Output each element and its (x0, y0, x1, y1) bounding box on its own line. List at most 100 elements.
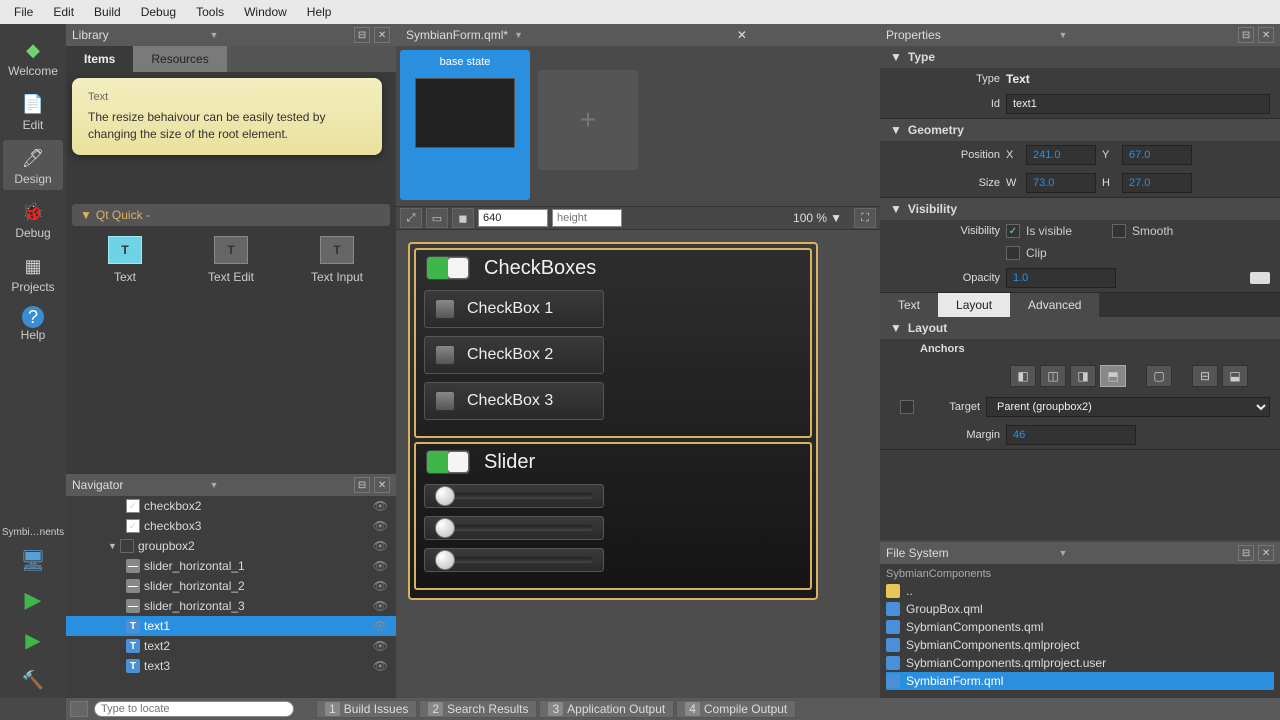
width-input[interactable] (478, 209, 548, 227)
isvisible-checkbox[interactable]: ✓ (1006, 224, 1020, 238)
clip-checkbox[interactable] (1006, 246, 1020, 260)
checkbox-3[interactable]: CheckBox 3 (424, 382, 604, 420)
split-button[interactable]: ⊟ (1238, 27, 1254, 43)
tab-layout[interactable]: Layout (938, 293, 1010, 317)
groupbox-slider[interactable]: Slider (414, 442, 812, 590)
snap-button[interactable]: ⤢ (400, 208, 422, 228)
close-button[interactable]: ✕ (374, 477, 390, 493)
locator-input[interactable] (94, 701, 294, 717)
slider-thumb[interactable] (435, 486, 455, 506)
nav-item[interactable]: Ttext3👁 (66, 656, 396, 676)
section-visibility[interactable]: ▼Visibility (880, 198, 1280, 220)
toggle-sidebar-button[interactable] (70, 701, 88, 717)
anchor-top[interactable]: ⬒ (1100, 365, 1126, 387)
fs-item[interactable]: SymbianForm.qml (886, 672, 1274, 690)
checkbox-2[interactable]: CheckBox 2 (424, 336, 604, 374)
x-input[interactable] (1026, 145, 1096, 165)
menu-edit[interactable]: Edit (43, 1, 84, 23)
slider-thumb[interactable] (435, 518, 455, 538)
opacity-input[interactable] (1006, 268, 1116, 288)
smooth-checkbox[interactable] (1112, 224, 1126, 238)
navigator-tree[interactable]: ✓checkbox2👁✓checkbox3👁▼groupbox2👁 —slider… (66, 496, 396, 698)
fs-item[interactable]: GroupBox.qml (886, 600, 1274, 618)
close-button[interactable]: ✕ (1258, 27, 1274, 43)
close-button[interactable]: ✕ (1258, 545, 1274, 561)
anchor-vcenter[interactable]: ⊟ (1192, 365, 1218, 387)
visibility-icon[interactable]: 👁 (373, 499, 388, 513)
zoom-level[interactable]: 100 % ▼ (793, 211, 850, 225)
mode-projects[interactable]: ▦Projects (3, 248, 63, 298)
nav-item[interactable]: —slider_horizontal_2👁 (66, 576, 396, 596)
output-pane-tab[interactable]: 1Build Issues (316, 700, 417, 718)
bounds-button[interactable]: ▭ (426, 208, 448, 228)
split-button[interactable]: ⊟ (354, 477, 370, 493)
anchor-fill[interactable]: ▢ (1146, 365, 1172, 387)
visibility-icon[interactable]: 👁 (373, 539, 388, 553)
anchor-right[interactable]: ◨ (1070, 365, 1096, 387)
id-input[interactable] (1006, 94, 1270, 114)
slider-3[interactable] (424, 548, 604, 572)
mode-edit[interactable]: 📄Edit (3, 86, 63, 136)
toggle-switch[interactable] (426, 256, 470, 280)
output-pane-tab[interactable]: 3Application Output (539, 700, 674, 718)
state-base[interactable]: base state (400, 50, 530, 200)
output-pane-tab[interactable]: 4Compile Output (676, 700, 796, 718)
chevron-down-icon[interactable]: ▼ (514, 30, 523, 40)
h-input[interactable] (1122, 173, 1192, 193)
filesystem-tree[interactable]: SybmianComponents ..GroupBox.qmlSybmianC… (880, 564, 1280, 698)
slider-thumb[interactable] (435, 550, 455, 570)
section-qtquick[interactable]: ▼Qt Quick - (72, 204, 390, 226)
fs-item[interactable]: SybmianComponents.qmlproject (886, 636, 1274, 654)
height-input[interactable] (552, 209, 622, 227)
run-button[interactable]: ▶ (16, 585, 50, 615)
section-type[interactable]: ▼Type (880, 46, 1280, 68)
add-state[interactable]: + (538, 70, 638, 170)
menu-debug[interactable]: Debug (131, 1, 186, 23)
reset-view-button[interactable]: ⛶ (854, 208, 876, 228)
tab-advanced[interactable]: Advanced (1010, 293, 1099, 317)
visibility-icon[interactable]: 👁 (373, 659, 388, 673)
anchor-hcenter[interactable]: ◫ (1040, 365, 1066, 387)
y-input[interactable] (1122, 145, 1192, 165)
mode-design[interactable]: 🖊Design (3, 140, 63, 190)
library-item-text[interactable]: TText (80, 236, 170, 284)
mode-debug[interactable]: 🐞Debug (3, 194, 63, 244)
output-pane-tab[interactable]: 2Search Results (419, 700, 537, 718)
tab-resources[interactable]: Resources (133, 46, 226, 72)
fs-item[interactable]: SybmianComponents.qml (886, 618, 1274, 636)
visibility-icon[interactable]: 👁 (373, 639, 388, 653)
split-button[interactable]: ⊟ (354, 27, 370, 43)
visibility-icon[interactable]: 👁 (373, 559, 388, 573)
close-button[interactable]: ✕ (374, 27, 390, 43)
nav-item[interactable]: ✓checkbox2👁 (66, 496, 396, 516)
chevron-down-icon[interactable]: ▼ (210, 480, 219, 490)
fs-item[interactable]: SybmianComponents.qmlproject.user (886, 654, 1274, 672)
canvas[interactable]: CheckBoxes CheckBox 1 CheckBox 2 CheckBo… (396, 230, 880, 698)
visibility-icon[interactable]: 👁 (373, 519, 388, 533)
nav-item[interactable]: ✓checkbox3👁 (66, 516, 396, 536)
visibility-icon[interactable]: 👁 (373, 599, 388, 613)
target-select[interactable]: Parent (groupbox2) (986, 397, 1270, 417)
close-icon[interactable]: ✕ (737, 28, 747, 42)
slider-1[interactable] (424, 484, 604, 508)
toggle-switch[interactable] (426, 450, 470, 474)
anchor-left[interactable]: ◧ (1010, 365, 1036, 387)
slider-2[interactable] (424, 516, 604, 540)
nav-item[interactable]: —slider_horizontal_3👁 (66, 596, 396, 616)
fill-button[interactable]: ◼ (452, 208, 474, 228)
menu-help[interactable]: Help (297, 1, 342, 23)
file-tab[interactable]: SymbianForm.qml*▼✕ (396, 24, 547, 46)
mode-welcome[interactable]: ◆Welcome (3, 32, 63, 82)
checkbox-1[interactable]: CheckBox 1 (424, 290, 604, 328)
w-input[interactable] (1026, 173, 1096, 193)
target-selector[interactable]: 🖥 (16, 545, 50, 575)
library-item-textinput[interactable]: TText Input (292, 236, 382, 284)
menu-tools[interactable]: Tools (186, 1, 234, 23)
visibility-icon[interactable]: 👁 (373, 579, 388, 593)
menu-build[interactable]: Build (84, 1, 131, 23)
build-button[interactable]: 🔨 (16, 665, 50, 695)
visibility-icon[interactable]: 👁 (373, 619, 388, 633)
nav-item[interactable]: ▼groupbox2👁 (66, 536, 396, 556)
tab-items[interactable]: Items (66, 46, 133, 72)
chevron-down-icon[interactable]: ▼ (1059, 30, 1068, 40)
